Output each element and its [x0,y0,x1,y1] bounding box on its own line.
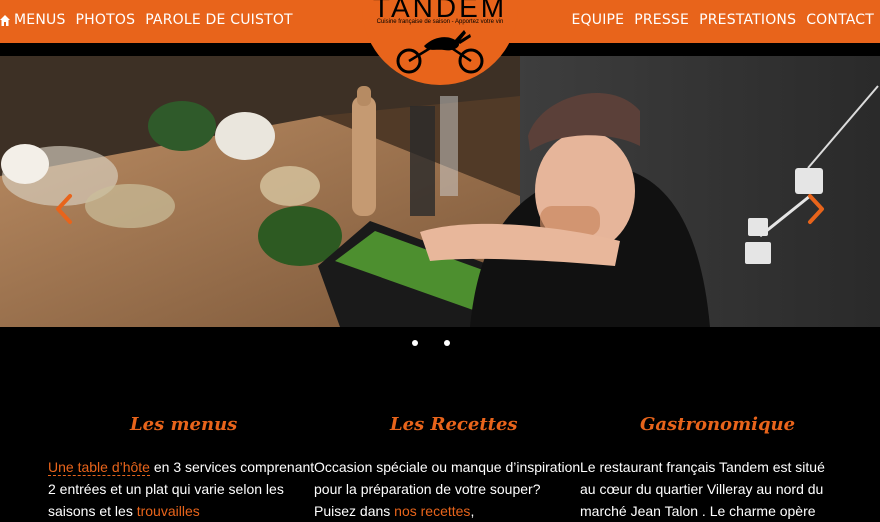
hero-slider[interactable] [0,56,880,327]
nav-item-photos[interactable]: PHOTOS [76,12,136,28]
hero-image-chef-in-kitchen [0,56,880,327]
nav-label-menus: MENUS [14,12,66,28]
nav-item-menus[interactable]: MENUS [0,12,66,28]
text-recettes-comma: , [470,503,475,519]
nav-item-contact[interactable]: CONTACT [806,12,874,28]
link-table-d-hote[interactable]: Une table d’hôte [48,459,150,476]
rabbit-tandem-bike-icon [396,30,484,74]
section-text-gastronomique: Le restaurant français Tandem est situé … [580,456,840,522]
chevron-right-icon[interactable] [806,192,828,226]
link-trouvailles[interactable]: trouvailles [137,503,200,519]
nav-item-equipe[interactable]: EQUIPE [572,12,625,28]
nav-label-equipe: EQUIPE [571,12,625,28]
slider-pagination [0,340,880,356]
nav-item-parole-de-cuistot[interactable]: PAROLE DE CUISTOT [145,12,293,28]
nav-label-contact: CONTACT [806,12,874,28]
nav-label-presse: PRESSE [634,12,690,28]
home-icon[interactable] [0,14,10,26]
nav-item-presse[interactable]: PRESSE [634,12,689,28]
section-text-menus: Une table d’hôte en 3 services comprenan… [48,456,318,522]
slider-dot-1[interactable] [412,340,418,346]
section-title-menus: Les menus [130,414,238,435]
nav-label-parole-de-cuistot: PAROLE DE CUISTOT [145,12,293,28]
section-text-recettes: Occasion spéciale ou manque d’inspiratio… [314,456,584,522]
slider-dot-2[interactable] [444,340,450,346]
chevron-left-icon[interactable] [52,192,74,226]
logo-tagline: Cuisine française de saison - Apportez v… [376,19,504,25]
text-gastronomique-body: Le restaurant français Tandem est situé … [580,459,825,519]
left-nav: MENUS PHOTOS PAROLE DE CUISTOT [0,12,293,28]
nav-label-prestations: PRESTATIONS [699,12,797,28]
link-nos-recettes[interactable]: nos recettes [394,503,470,519]
nav-label-photos: PHOTOS [75,12,136,28]
nav-item-prestations[interactable]: PRESTATIONS [699,12,796,28]
section-title-recettes: Les Recettes [390,414,518,435]
section-title-gastronomique: Gastronomique [640,414,796,435]
right-nav: EQUIPE PRESSE PRESTATIONS CONTACT [572,12,875,28]
